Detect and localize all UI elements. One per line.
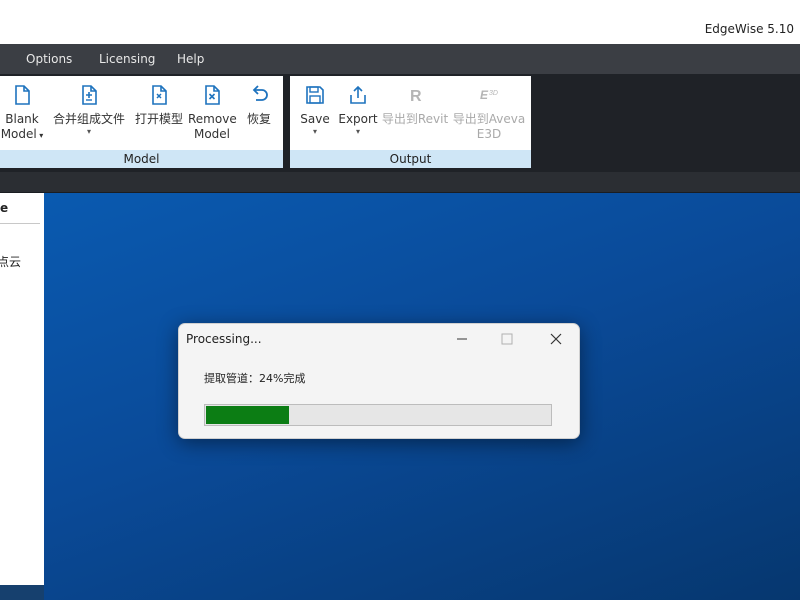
remove-model-label-line2: Model [193,127,231,141]
restore-label: 恢复 [246,112,271,126]
menu-bar: Options Licensing Help [0,44,800,74]
blank-model-label-line1: Blank [5,112,39,126]
export-label: Export [338,112,378,126]
ribbon-group-output: Save ▾ Export ▾ R 导出到Revit E 3D 导出到Aveva… [290,76,531,168]
blank-model-label-line2: Model [0,127,37,141]
window-title: EdgeWise 5.10 [704,22,794,36]
svg-text:E: E [480,88,489,102]
progress-bar [204,404,552,426]
open-model-icon [152,85,167,105]
left-panel: e 点云 [0,193,45,585]
export-to-revit-label: 导出到Revit [381,112,449,126]
remove-model-button[interactable]: Remove Model [188,78,237,142]
svg-text:R: R [410,88,422,105]
export-icon [350,85,366,104]
merge-files-button[interactable]: 合并组成文件 ▾ [48,78,130,137]
blank-model-button[interactable]: Blank Model ▾ [0,78,44,143]
ribbon-bottom-strip [0,172,800,192]
open-model-button[interactable]: 打开模型 [131,78,187,127]
dialog-message: 提取管道：24%完成 [204,372,306,385]
remove-document-icon [205,85,220,105]
merge-files-dropdown-icon: ▾ [86,127,91,136]
menu-item-help[interactable]: Help [177,52,204,66]
save-icon [306,86,324,104]
ribbon-group-model: Blank Model ▾ 合并组成文件 ▾ 打开模型 Remove Model… [0,76,283,168]
dialog-title: Processing... [186,332,262,346]
revit-icon: R [410,88,422,105]
ribbon-group-label-output: Output [290,150,531,168]
export-to-aveva-button[interactable]: E 3D 导出到Aveva E3D [452,78,526,142]
restore-button[interactable]: 恢复 [240,78,278,127]
maximize-icon [501,333,513,345]
remove-model-label: Remove Model [188,112,237,142]
open-model-label: 打开模型 [134,112,183,126]
blank-model-label: Blank Model ▾ [0,112,44,141]
left-panel-divider [0,223,40,224]
remove-model-label-line1: Remove [188,112,237,126]
export-dropdown-icon: ▾ [355,127,360,136]
save-button[interactable]: Save ▾ [294,78,336,137]
merge-document-icon [82,85,97,105]
export-to-revit-button[interactable]: R 导出到Revit [380,78,450,127]
progress-bar-fill [206,406,289,424]
minimize-icon[interactable] [451,328,473,350]
close-icon[interactable] [545,328,567,350]
export-to-aveva-label: 导出到Aveva E3D [452,112,526,142]
save-label: Save [300,112,330,126]
ribbon-group-label-model: Model [0,150,283,168]
merge-files-label: 合并组成文件 [52,112,125,126]
blank-document-icon [15,85,30,105]
export-to-aveva-label-line2: E3D [476,127,502,141]
export-to-aveva-label-line1: 导出到Aveva [452,112,526,126]
save-dropdown-icon: ▾ [312,127,317,136]
menu-item-licensing[interactable]: Licensing [99,52,155,66]
svg-text:3D: 3D [489,90,498,97]
e3d-icon: E 3D [480,88,498,102]
processing-dialog: Processing... 提取管道：24%完成 [178,323,580,439]
export-button[interactable]: Export ▾ [338,78,378,137]
tree-item-point-cloud[interactable]: 点云 [0,253,21,270]
left-panel-header: e [0,201,9,215]
menu-item-options[interactable]: Options [26,52,72,66]
undo-arrow-icon [252,85,268,101]
title-bar: EdgeWise 5.10 [0,0,800,44]
left-panel-bottom-strip [0,585,44,600]
